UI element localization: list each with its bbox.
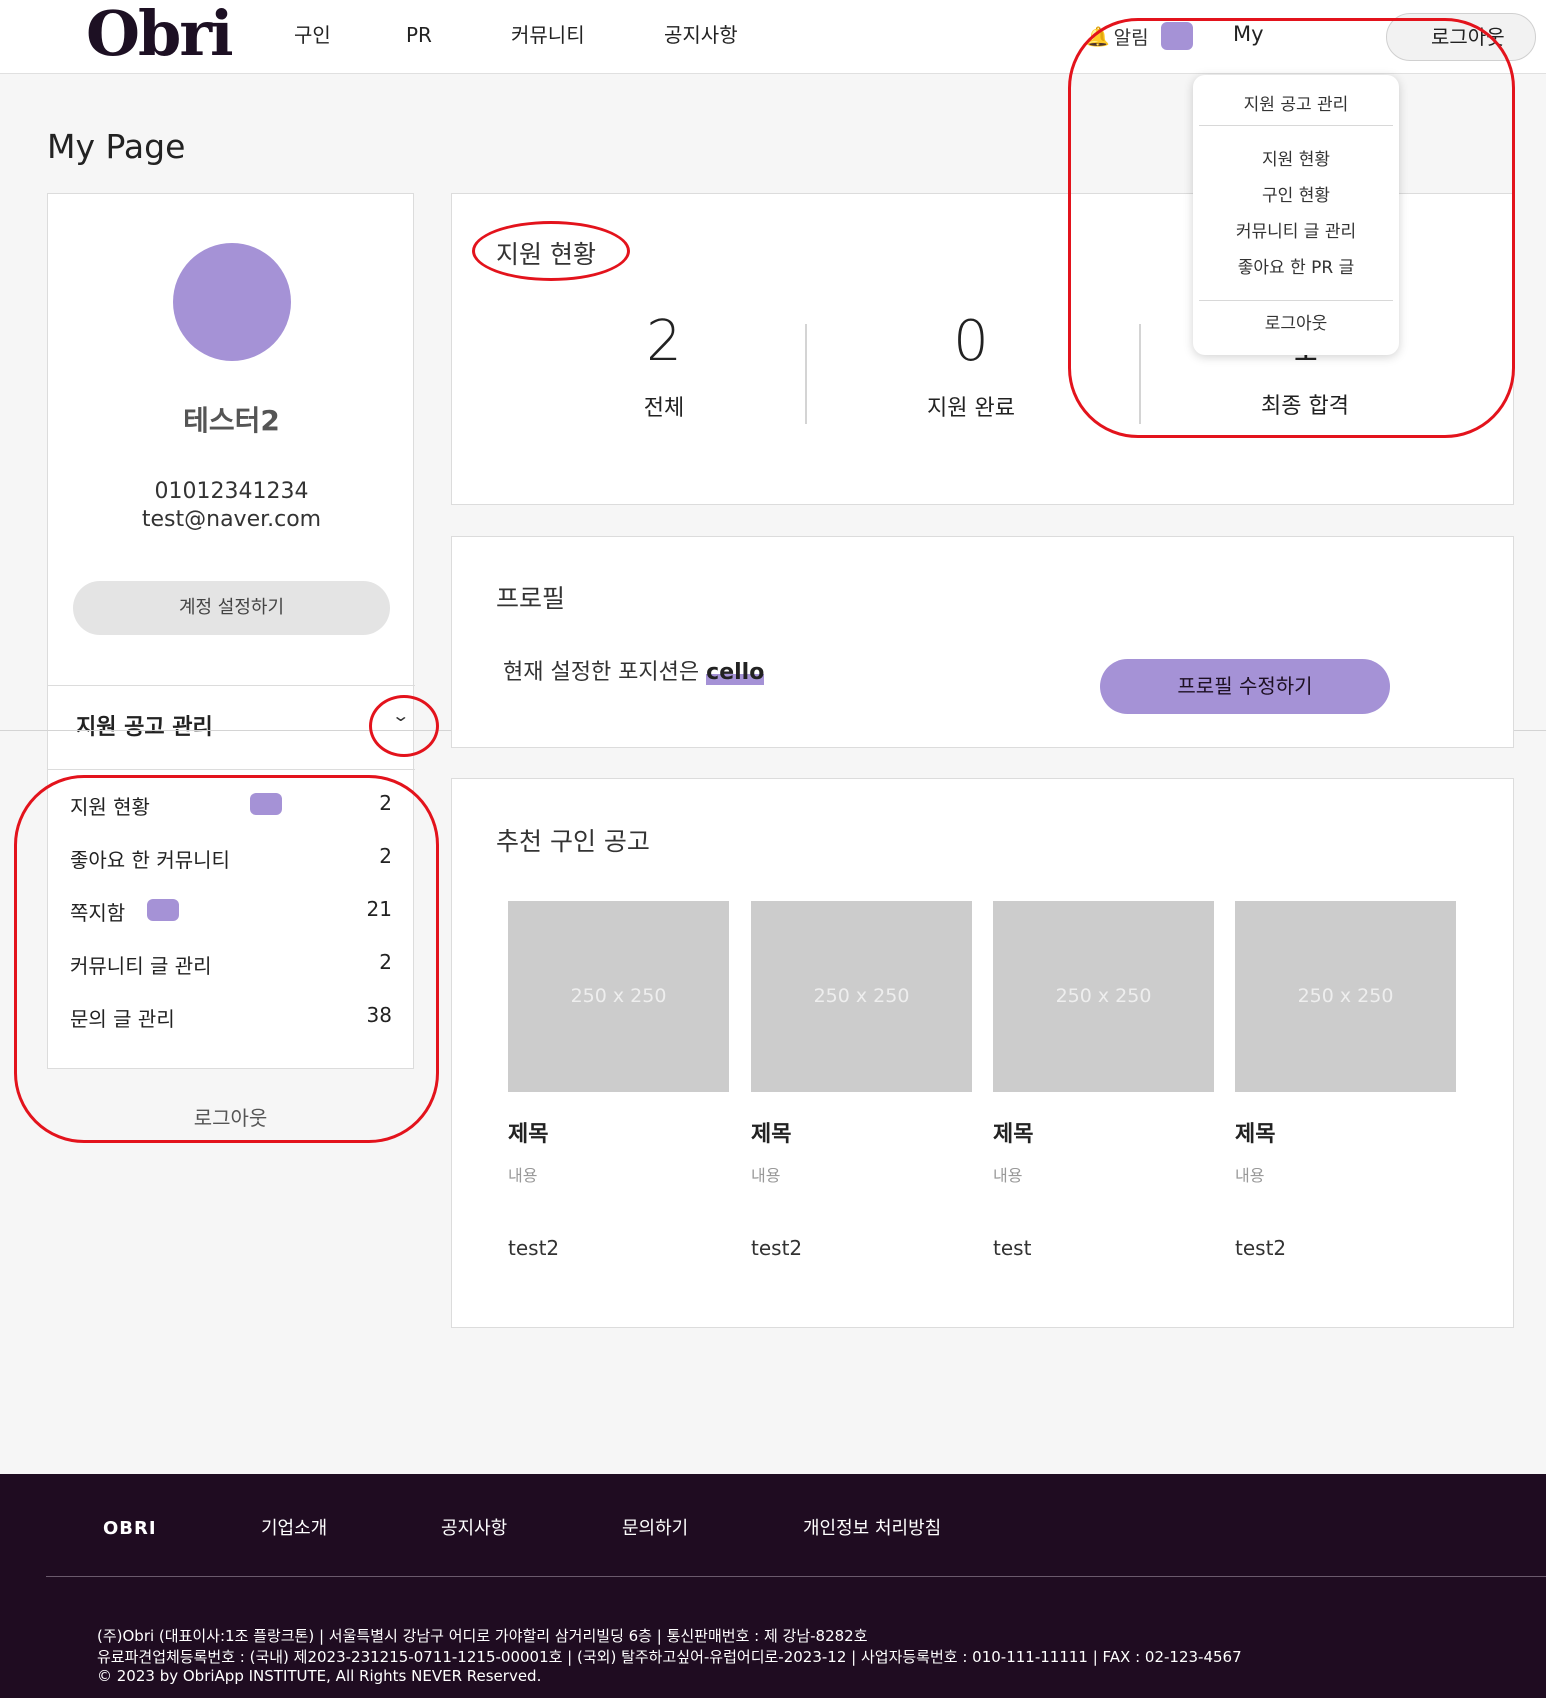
sidebar-item-count: 2 — [379, 844, 392, 868]
job-author: test2 — [508, 1236, 560, 1260]
job-card[interactable]: 250 x 250 제목 내용 test2 — [1235, 901, 1456, 1260]
account-settings-button[interactable]: 계정 설정하기 — [73, 581, 390, 635]
dropdown-title[interactable]: 지원 공고 관리 — [1193, 90, 1399, 115]
alarm-link[interactable]: 🔔 알림 — [1086, 22, 1193, 50]
footer-logo[interactable]: OBRI — [103, 1518, 157, 1539]
stat-completed-label: 지원 완료 — [927, 396, 1015, 421]
job-title[interactable]: 제목 — [1235, 1116, 1456, 1148]
header: Obri 구인 PR 커뮤니티 공지사항 🔔 알림 My 로그아웃 — [0, 0, 1546, 74]
job-author: test2 — [751, 1236, 803, 1260]
sidebar-item-community-posts[interactable]: 커뮤니티 글 관리 2 — [70, 950, 392, 980]
profile-card: 테스터2 01012341234 test@naver.com 계정 설정하기 … — [47, 193, 415, 1069]
sidebar-section-title[interactable]: 지원 공고 관리 — [76, 709, 213, 741]
dropdown-item-hiring-status[interactable]: 구인 현황 — [1193, 181, 1399, 206]
job-thumbnail[interactable]: 250 x 250 — [993, 901, 1214, 1092]
new-badge — [250, 793, 282, 815]
sidebar-item-application-status[interactable]: 지원 현황 2 — [70, 791, 392, 821]
footer-company-info: (주)Obri (대표이사:1조 플랑크톤) | 서울특별시 강남구 어디로 가… — [97, 1627, 868, 1645]
divider — [48, 685, 415, 686]
job-thumbnail[interactable]: 250 x 250 — [508, 901, 729, 1092]
recommended-jobs-title: 추천 구인 공고 — [496, 827, 650, 856]
stat-divider — [805, 324, 807, 424]
nav-item-pr[interactable]: PR — [406, 22, 432, 48]
footer-divider — [46, 1576, 1546, 1577]
edit-profile-button[interactable]: 프로필 수정하기 — [1100, 659, 1390, 714]
footer-copyright: © 2023 by ObriApp INSTITUTE, All Rights … — [97, 1667, 542, 1685]
chevron-down-icon[interactable]: ⌄ — [391, 706, 410, 725]
sidebar-item-label: 문의 글 관리 — [70, 1007, 175, 1031]
sidebar-item-label: 쪽지함 — [70, 901, 126, 925]
job-thumbnail[interactable]: 250 x 250 — [751, 901, 972, 1092]
dropdown-divider — [1199, 300, 1393, 301]
new-badge — [147, 899, 179, 921]
job-content: 내용 — [751, 1166, 781, 1185]
position-text-label: 현재 설정한 포지션은 — [503, 660, 700, 685]
position-text: 현재 설정한 포지션은 cello — [503, 654, 765, 686]
sidebar-item-count: 2 — [379, 950, 392, 974]
sidebar-item-messages[interactable]: 쪽지함 21 — [70, 897, 392, 927]
sidebar-item-label: 좋아요 한 커뮤니티 — [70, 848, 230, 872]
avatar — [173, 243, 291, 361]
nav-item-community[interactable]: 커뮤니티 — [511, 22, 585, 48]
user-email: test@naver.com — [141, 507, 322, 532]
job-title[interactable]: 제목 — [993, 1116, 1214, 1148]
bell-icon: 🔔 — [1086, 25, 1110, 48]
footer-link-privacy[interactable]: 개인정보 처리방침 — [803, 1514, 941, 1540]
stat-total-value: 2 — [646, 309, 682, 374]
job-content: 내용 — [1235, 1166, 1265, 1185]
nav-item-hiring[interactable]: 구인 — [294, 22, 331, 48]
job-content: 내용 — [508, 1166, 538, 1185]
job-content: 내용 — [993, 1166, 1023, 1185]
dropdown-item-application-status[interactable]: 지원 현황 — [1193, 145, 1399, 170]
job-title[interactable]: 제목 — [751, 1116, 972, 1148]
alarm-label: 알림 — [1113, 26, 1149, 49]
dropdown-item-community-posts[interactable]: 커뮤니티 글 관리 — [1193, 217, 1399, 242]
sidebar-item-liked-community[interactable]: 좋아요 한 커뮤니티 2 — [70, 844, 392, 874]
footer: OBRI 기업소개 공지사항 문의하기 개인정보 처리방침 (주)Obri (대… — [0, 1474, 1546, 1698]
job-thumbnail[interactable]: 250 x 250 — [1235, 901, 1456, 1092]
divider — [48, 769, 415, 770]
dropdown-divider — [1199, 125, 1393, 126]
stat-passed-label: 최종 합격 — [1261, 394, 1349, 419]
footer-link-inquiry[interactable]: 문의하기 — [622, 1514, 688, 1540]
stat-divider — [1139, 324, 1141, 424]
dropdown-item-liked-pr[interactable]: 좋아요 한 PR 글 — [1193, 253, 1399, 278]
sidebar-item-inquiries[interactable]: 문의 글 관리 38 — [70, 1003, 392, 1033]
footer-link-notice[interactable]: 공지사항 — [441, 1514, 507, 1540]
sidebar-logout-link[interactable]: 로그아웃 — [47, 1102, 414, 1131]
user-phone: 01012341234 — [154, 479, 309, 504]
user-name: 테스터2 — [183, 404, 280, 437]
profile-section-card: 프로필 — [451, 536, 1514, 748]
footer-link-company[interactable]: 기업소개 — [261, 1514, 327, 1540]
logo[interactable]: Obri — [86, 2, 234, 66]
job-author: test2 — [1235, 1236, 1287, 1260]
stat-completed-value: 0 — [953, 309, 989, 374]
job-author: test — [993, 1236, 1032, 1260]
sidebar-item-count: 21 — [366, 897, 392, 921]
alarm-badge — [1160, 22, 1193, 50]
page-title: My Page — [47, 127, 186, 166]
nav-item-notice[interactable]: 공지사항 — [664, 22, 738, 48]
job-title[interactable]: 제목 — [508, 1116, 729, 1148]
status-card-title: 지원 현황 — [496, 240, 596, 269]
my-dropdown-menu: 지원 공고 관리 지원 현황 구인 현황 커뮤니티 글 관리 좋아요 한 PR … — [1193, 75, 1399, 355]
profile-section-title: 프로필 — [496, 584, 566, 613]
job-card[interactable]: 250 x 250 제목 내용 test2 — [508, 901, 729, 1260]
sidebar-item-label: 커뮤니티 글 관리 — [70, 954, 212, 978]
job-card[interactable]: 250 x 250 제목 내용 test2 — [751, 901, 972, 1260]
my-menu-link[interactable]: My — [1233, 22, 1264, 46]
position-value: cello — [706, 660, 765, 685]
sidebar-item-count: 2 — [379, 791, 392, 815]
sidebar-item-count: 38 — [366, 1003, 392, 1027]
job-card[interactable]: 250 x 250 제목 내용 test — [993, 901, 1214, 1260]
dropdown-item-logout[interactable]: 로그아웃 — [1193, 309, 1399, 334]
footer-registration-info: 유료파견업체등록번호 : (국내) 제2023-231215-0711-1215… — [97, 1648, 1242, 1666]
logout-button[interactable]: 로그아웃 — [1386, 13, 1536, 61]
stat-total-label: 전체 — [643, 396, 685, 421]
sidebar-item-label: 지원 현황 — [70, 795, 150, 819]
